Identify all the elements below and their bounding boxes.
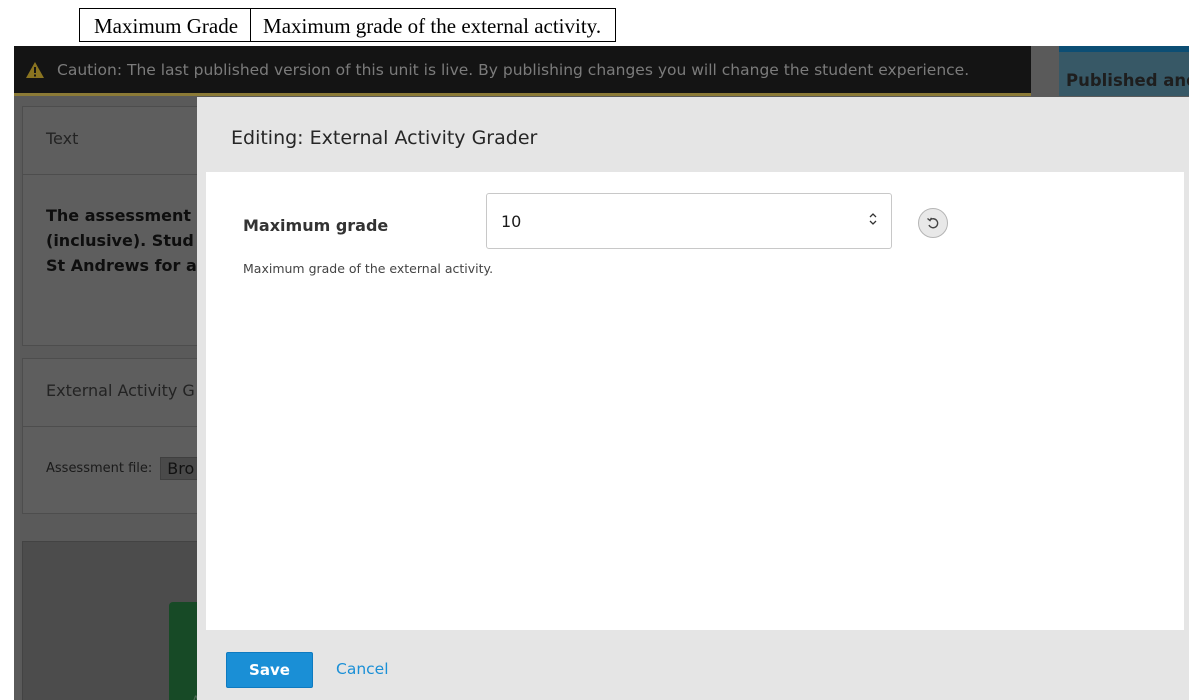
modal-title: Editing: External Activity Grader [231,127,538,149]
body-line: (inclusive). Stud [46,231,194,250]
caption-table: Maximum Grade Maximum grade of the exter… [79,8,617,42]
assessment-file-label: Assessment file: [46,461,153,476]
caption-term: Maximum Grade [94,14,239,38]
modal-footer: Save Cancel [197,630,1189,700]
reset-icon[interactable] [918,208,948,238]
caution-text: Caution: The last published version of t… [57,60,970,79]
save-button[interactable]: Save [226,652,313,688]
text-component[interactable]: Text The assessment (inclusive). Stud St… [22,106,222,346]
maximum-grade-input[interactable] [486,193,892,249]
text-component-header: Text [23,107,221,175]
caption-definition: Maximum grade of the external activity. [250,9,615,41]
cancel-button[interactable]: Cancel [336,660,389,678]
publish-status: Published and [1059,52,1189,96]
warning-icon [26,61,44,78]
spinner-arrows-icon[interactable] [868,210,878,228]
edit-modal: Editing: External Activity Grader Maximu… [197,97,1189,700]
modal-body: Maximum grade Maximum grade of the exter… [206,172,1184,630]
maximum-grade-help: Maximum grade of the external activity. [243,261,494,276]
body-line: The assessment [46,206,192,225]
caution-banner: Caution: The last published version of t… [14,46,1031,96]
assessment-file-row: Assessment file: Bro [23,427,221,480]
body-line: St Andrews for a [46,256,197,275]
browse-button[interactable]: Bro [160,457,202,480]
grader-component[interactable]: External Activity G Assessment file: Bro [22,358,222,514]
text-component-body: The assessment (inclusive). Stud St Andr… [23,175,221,278]
studio-screenshot: Caution: The last published version of t… [14,46,1189,700]
grader-component-header: External Activity G [23,359,221,427]
maximum-grade-label: Maximum grade [243,216,389,235]
